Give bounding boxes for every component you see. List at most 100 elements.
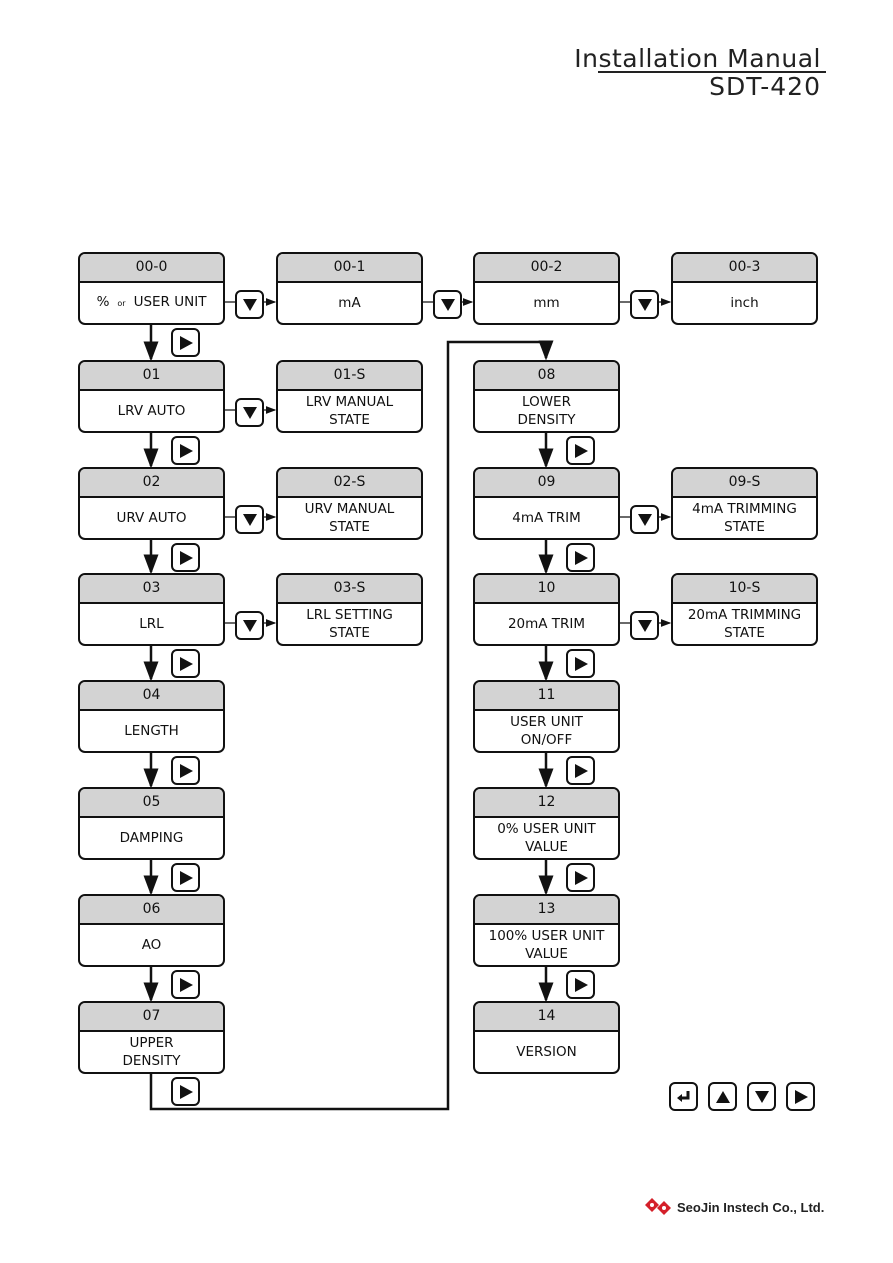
- legend-key-down-arrow[interactable]: [747, 1082, 776, 1111]
- menu-label-line: ON/OFF: [520, 732, 573, 748]
- next-button[interactable]: [171, 328, 200, 357]
- next-button[interactable]: [566, 756, 595, 785]
- menu-label: LRV MANUAL STATE: [278, 391, 421, 431]
- menu-box-02: 02 URV AUTO: [78, 467, 225, 540]
- menu-code: 14: [475, 1003, 618, 1032]
- menu-box-10-s: 10-S 20mA TRIMMING STATE: [671, 573, 818, 646]
- menu-label: mA: [278, 283, 421, 323]
- menu-box-05: 05 DAMPING: [78, 787, 225, 860]
- menu-label: mm: [475, 283, 618, 323]
- menu-label: URV MANUAL STATE: [278, 498, 421, 538]
- next-button[interactable]: [566, 970, 595, 999]
- menu-label-line: VALUE: [525, 946, 568, 962]
- menu-label-line: STATE: [724, 625, 765, 641]
- menu-label: VERSION: [475, 1032, 618, 1072]
- menu-label-line: URV MANUAL: [304, 501, 395, 517]
- menu-label-line: 20mA TRIM: [507, 616, 586, 632]
- next-button[interactable]: [171, 970, 200, 999]
- menu-code: 04: [80, 682, 223, 711]
- next-button[interactable]: [171, 863, 200, 892]
- menu-label-line: LENGTH: [124, 723, 179, 739]
- menu-label: USER UNIT ON/OFF: [475, 711, 618, 751]
- next-button[interactable]: [171, 436, 200, 465]
- next-button[interactable]: [171, 649, 200, 678]
- sub-menu-button[interactable]: [235, 398, 264, 427]
- legend-key-enter[interactable]: [669, 1082, 698, 1111]
- menu-box-08: 08 LOWER DENSITY: [473, 360, 620, 433]
- menu-label: LRL: [80, 604, 223, 644]
- menu-code: 08: [475, 362, 618, 391]
- legend-key-up-arrow[interactable]: [708, 1082, 737, 1111]
- menu-label-line: DENSITY: [517, 412, 576, 428]
- down-arrow-icon: [754, 1090, 769, 1103]
- menu-code: 09: [475, 469, 618, 498]
- menu-code: 00-2: [475, 254, 618, 283]
- down-arrow-icon: [242, 406, 257, 419]
- next-button[interactable]: [566, 436, 595, 465]
- menu-box-01-s: 01-S LRV MANUAL STATE: [276, 360, 423, 433]
- menu-box-09: 09 4mA TRIM: [473, 467, 620, 540]
- right-arrow-icon: [179, 763, 193, 778]
- menu-box-13: 13 100% USER UNIT VALUE: [473, 894, 620, 967]
- next-button[interactable]: [566, 863, 595, 892]
- menu-code: 09-S: [673, 469, 816, 498]
- menu-code: 05: [80, 789, 223, 818]
- right-arrow-icon: [574, 870, 588, 885]
- sub-menu-button[interactable]: [630, 505, 659, 534]
- right-arrow-icon: [179, 1084, 193, 1099]
- menu-code: 10-S: [673, 575, 816, 604]
- menu-label-line: LRV AUTO: [117, 403, 186, 419]
- next-button[interactable]: [171, 543, 200, 572]
- menu-code: 11: [475, 682, 618, 711]
- menu-label-line: 0% USER UNIT: [497, 821, 596, 837]
- menu-label-line: 20mA TRIMMING: [687, 607, 802, 623]
- menu-label: LRL SETTING STATE: [278, 604, 421, 644]
- next-button[interactable]: [171, 1077, 200, 1106]
- menu-code: 00-1: [278, 254, 421, 283]
- menu-label: URV AUTO: [80, 498, 223, 538]
- menu-label-line: URV AUTO: [116, 510, 187, 526]
- down-arrow-icon: [242, 298, 257, 311]
- menu-box-11: 11 USER UNIT ON/OFF: [473, 680, 620, 753]
- right-arrow-icon: [574, 656, 588, 671]
- menu-label: 20mA TRIMMING STATE: [673, 604, 816, 644]
- menu-box-10: 10 20mA TRIM: [473, 573, 620, 646]
- menu-label-line: DAMPING: [119, 830, 184, 846]
- menu-label: DAMPING: [80, 818, 223, 858]
- down-arrow-icon: [637, 298, 652, 311]
- menu-code: 07: [80, 1003, 223, 1032]
- company-name: SeoJin Instech Co., Ltd.: [677, 1199, 825, 1215]
- menu-box-00-3: 00-3 inch: [671, 252, 818, 325]
- menu-label: LOWER DENSITY: [475, 391, 618, 431]
- right-arrow-icon: [574, 977, 588, 992]
- menu-box-07: 07 UPPER DENSITY: [78, 1001, 225, 1074]
- menu-label-line: DENSITY: [122, 1053, 181, 1069]
- menu-label-line: LRL SETTING: [306, 607, 393, 623]
- menu-code: 13: [475, 896, 618, 925]
- menu-label: UPPER DENSITY: [80, 1032, 223, 1072]
- menu-label: 20mA TRIM: [475, 604, 618, 644]
- menu-label: LENGTH: [80, 711, 223, 751]
- sub-menu-button[interactable]: [630, 290, 659, 319]
- next-button[interactable]: [566, 543, 595, 572]
- sub-menu-button[interactable]: [235, 505, 264, 534]
- right-arrow-icon: [794, 1089, 808, 1104]
- menu-label: 4mA TRIMMING STATE: [673, 498, 816, 538]
- next-button[interactable]: [171, 756, 200, 785]
- legend-key-right-arrow[interactable]: [786, 1082, 815, 1111]
- menu-label-line: mA: [338, 295, 361, 311]
- right-arrow-icon: [574, 763, 588, 778]
- sub-menu-button[interactable]: [630, 611, 659, 640]
- menu-code: 12: [475, 789, 618, 818]
- sub-menu-button[interactable]: [235, 290, 264, 319]
- menu-code: 00-0: [80, 254, 223, 283]
- menu-box-03: 03 LRL: [78, 573, 225, 646]
- right-arrow-icon: [179, 550, 193, 565]
- menu-label: % or USER UNIT: [80, 283, 223, 323]
- menu-code: 01-S: [278, 362, 421, 391]
- next-button[interactable]: [566, 649, 595, 678]
- menu-box-02-s: 02-S URV MANUAL STATE: [276, 467, 423, 540]
- sub-menu-button[interactable]: [235, 611, 264, 640]
- sub-menu-button[interactable]: [433, 290, 462, 319]
- menu-code: 03: [80, 575, 223, 604]
